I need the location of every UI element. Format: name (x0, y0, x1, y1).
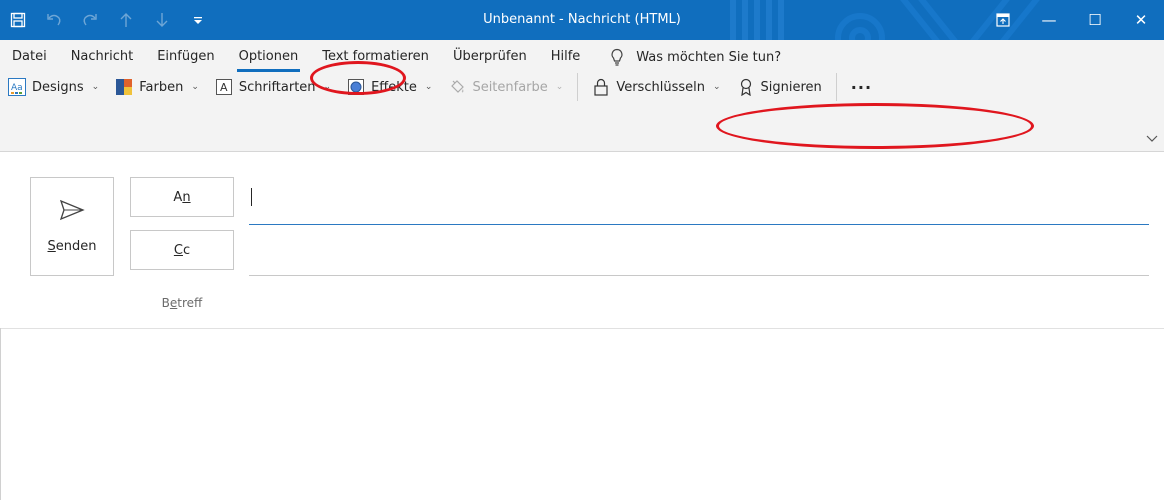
svg-text:Aa: Aa (11, 83, 23, 93)
chevron-down-icon: ⌄ (555, 82, 564, 92)
schriftarten-label: Schriftarten (238, 79, 316, 95)
send-label-rest: enden (55, 239, 97, 254)
arrow-up-icon[interactable] (108, 0, 144, 40)
text-cursor (251, 188, 252, 206)
customize-qat-icon[interactable] (180, 0, 216, 40)
subject-label-rest: treff (177, 296, 203, 310)
lightbulb-icon (608, 48, 626, 66)
to-button[interactable]: An (130, 177, 234, 217)
effekte-label: Effekte (371, 79, 417, 95)
tab-datei[interactable]: Datei (0, 40, 59, 74)
seitenfarbe-label: Seitenfarbe (472, 79, 548, 95)
tell-me-text: Was möchten Sie tun? (636, 49, 782, 65)
tab-nachricht[interactable]: Nachricht (59, 40, 146, 74)
to-input[interactable] (249, 224, 1149, 225)
quick-access-toolbar (0, 0, 216, 40)
ribbon-tools: Aa Designs ⌄ Farben ⌄ A Schriftarten ⌄ Effe… (0, 72, 880, 102)
cc-label-rest: c (182, 242, 191, 258)
message-body[interactable] (1, 329, 1164, 500)
cc-input[interactable] (249, 275, 1149, 276)
toolbar-separator (577, 73, 579, 101)
chevron-down-icon: ⌄ (191, 82, 199, 92)
cc-button[interactable]: Cc (130, 230, 234, 270)
to-label-pre: A (173, 189, 183, 205)
ribbon-award-icon (737, 78, 755, 96)
chevron-down-icon: ⌄ (712, 82, 721, 92)
subject-label-pre: B (161, 296, 170, 310)
chevron-down-icon: ⌄ (91, 82, 100, 92)
minimize-button[interactable]: — (1026, 0, 1072, 40)
cc-accesskey: C (173, 242, 183, 258)
tab-text-formatieren[interactable]: Text formatieren (310, 40, 441, 74)
ribbon-display-options-icon[interactable] (980, 0, 1026, 40)
title-bar: Unbenannt - Nachricht (HTML) — ☐ ✕ (0, 0, 1164, 40)
to-accesskey: n (182, 189, 191, 205)
chevron-down-icon: ⌄ (424, 82, 433, 92)
verschluesseln-label: Verschlüsseln (616, 79, 705, 95)
schriftarten-button[interactable]: A Schriftarten ⌄ (207, 72, 339, 102)
tab-hilfe[interactable]: Hilfe (539, 40, 593, 74)
lock-icon (592, 78, 610, 96)
close-button[interactable]: ✕ (1118, 0, 1164, 40)
maximize-button[interactable]: ☐ (1072, 0, 1118, 40)
designs-label: Designs (32, 79, 84, 95)
send-accesskey: S (47, 239, 56, 254)
ribbon-expand-icon[interactable] (1146, 132, 1158, 146)
send-label: Senden (48, 239, 97, 254)
tab-ueberpruefen[interactable]: Überprüfen (441, 40, 539, 74)
svg-text:A: A (220, 81, 228, 94)
effects-icon (347, 78, 365, 96)
effekte-button[interactable]: Effekte ⌄ (339, 72, 440, 102)
signieren-label: Signieren (760, 79, 822, 95)
arrow-down-icon[interactable] (144, 0, 180, 40)
verschluesseln-button[interactable]: Verschlüsseln ⌄ (584, 72, 728, 102)
send-icon (59, 199, 85, 225)
signieren-button[interactable]: Signieren (729, 72, 830, 102)
body-left-border (0, 328, 1, 500)
subject-label: Betreff (130, 296, 234, 310)
designs-button[interactable]: Aa Designs ⌄ (0, 72, 107, 102)
redo-icon[interactable] (72, 0, 108, 40)
undo-icon[interactable] (36, 0, 72, 40)
tell-me-box[interactable]: Was möchten Sie tun? (592, 40, 781, 74)
fonts-icon: A (215, 78, 233, 96)
tab-einfuegen[interactable]: Einfügen (145, 40, 226, 74)
paint-bucket-icon (448, 78, 466, 96)
ribbon-tabs: Datei Nachricht Einfügen Optionen Text f… (0, 40, 781, 74)
more-options-button[interactable]: ··· (843, 72, 880, 102)
farben-button[interactable]: Farben ⌄ (107, 72, 207, 102)
colors-icon (115, 78, 133, 96)
tab-optionen[interactable]: Optionen (227, 40, 311, 74)
seitenfarbe-button[interactable]: Seitenfarbe ⌄ (440, 72, 571, 102)
send-button[interactable]: Senden (30, 177, 114, 276)
chevron-down-icon: ⌄ (323, 82, 332, 92)
ribbon: Datei Nachricht Einfügen Optionen Text f… (0, 40, 1164, 152)
toolbar-separator (835, 73, 837, 101)
farben-label: Farben (139, 79, 184, 95)
window-controls: — ☐ ✕ (980, 0, 1164, 40)
save-icon[interactable] (0, 0, 36, 40)
designs-icon: Aa (8, 78, 26, 96)
